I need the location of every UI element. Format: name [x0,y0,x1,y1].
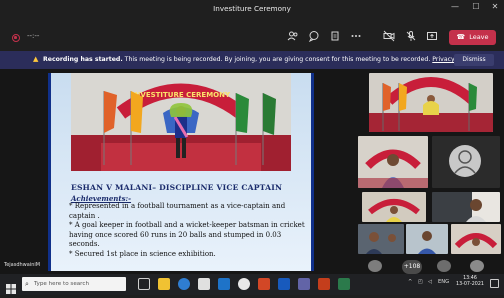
banner-text: Recording has started. This meeting is b… [43,56,475,63]
clock-date: 13-07-2021 [456,282,484,287]
people-icon[interactable] [285,30,301,44]
slide-title: ESHAN V MALANI– DISCIPLINE VICE CAPTAIN [71,183,283,192]
banner-title: Recording has started. [43,56,123,63]
achievements-list: * Represented in a football tournament a… [69,202,309,260]
leave-label: Leave [469,33,489,41]
participant-avatar-small[interactable] [437,260,451,272]
slide-photo: INVESTITURE CEREMONY [71,73,291,171]
chat-icon[interactable] [306,30,322,44]
powerpoint-icon[interactable] [318,278,330,290]
tray-chevron-icon[interactable]: ^ [408,279,412,285]
network-icon[interactable]: ◰ [418,279,423,285]
more-icon[interactable] [348,30,364,44]
participant-tile[interactable] [432,192,500,222]
share-icon[interactable] [424,30,440,44]
leave-button[interactable]: ☎ Leave [449,30,496,45]
store-icon[interactable] [198,278,210,290]
language-indicator[interactable]: ENG [438,279,449,285]
teams-icon[interactable] [298,278,310,290]
participant-tile[interactable] [362,192,426,222]
close-window-button[interactable]: ✕ [488,2,502,12]
volume-icon[interactable]: ◁ [428,279,432,285]
participant-avatar-small[interactable] [368,260,382,272]
achievement-item: * Secured 1st place in science exhibitio… [69,249,216,258]
taskbar-clock[interactable]: 13:46 13-07-2021 [455,276,485,288]
excel-icon[interactable] [338,278,350,290]
mail-icon[interactable] [218,278,230,290]
meeting-timer: --:-- [27,32,40,40]
achievement-item: * Represented in a football tournament a… [69,202,286,220]
ceremony-arch-text: INVESTITURE CEREMONY [132,91,231,99]
participant-tile[interactable] [406,224,448,254]
mic-off-icon[interactable] [403,30,419,44]
task-view-icon[interactable] [138,278,150,290]
office-icon[interactable] [258,278,270,290]
banner-message: This meeting is being recorded. By joini… [122,56,433,63]
presenter-name: TejasdhwainiM [4,262,41,268]
file-explorer-icon[interactable] [158,278,170,290]
edge-browser-icon[interactable] [178,278,190,290]
participant-tile[interactable] [369,73,493,132]
windows-start-icon[interactable] [6,279,16,294]
maximize-button[interactable]: ☐ [469,2,483,12]
avatar [449,145,481,177]
dismiss-button[interactable]: Dismiss [454,54,494,66]
word-icon[interactable] [278,278,290,290]
warning-icon: ▲ [33,55,39,63]
participant-tile[interactable] [451,224,501,254]
recording-indicator-icon [12,34,20,42]
reactions-icon[interactable] [327,30,343,44]
participant-avatar-small[interactable] [470,260,484,272]
window-title: Investiture Ceremony [213,4,291,13]
camera-off-icon[interactable] [381,30,397,44]
presentation-slide: INVESTITURE CEREMONY ESHAN V MALANI– DIS… [48,73,314,271]
search-placeholder: Type here to search [34,281,89,287]
achievement-item: * A goal keeper in football and a wicket… [69,221,305,249]
recording-banner: ▲ Recording has started. This meeting is… [0,51,504,69]
taskbar-search-input[interactable]: ⌕ Type here to search [22,277,126,291]
notifications-icon[interactable] [490,279,499,288]
more-participants-badge[interactable]: +108 [402,260,422,274]
participant-tile[interactable] [358,136,428,188]
phone-icon: ☎ [456,33,466,41]
participant-tile[interactable] [432,136,500,188]
search-icon: ⌕ [25,280,29,288]
chrome-icon[interactable] [238,278,250,290]
participant-tile[interactable] [358,224,404,254]
minimize-button[interactable]: — [448,2,462,12]
